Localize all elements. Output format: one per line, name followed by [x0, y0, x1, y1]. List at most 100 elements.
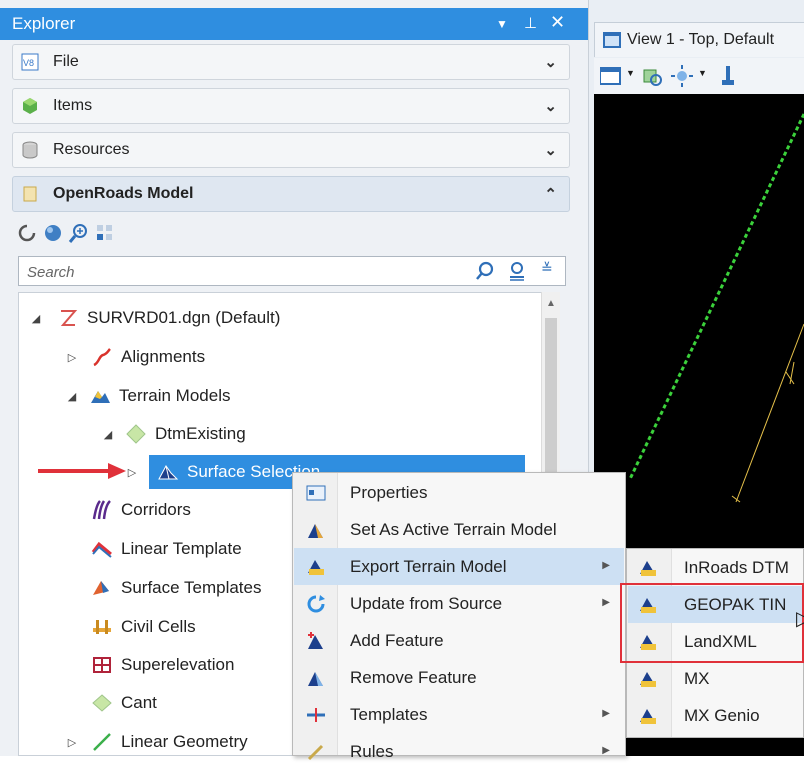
set-active-terrain-icon [308, 524, 323, 538]
tree-node-label: Terrain Models [119, 386, 231, 405]
search-box: ≚ [18, 256, 566, 286]
tree-node-root[interactable]: ◢ SURVRD01.dgn (Default) [29, 301, 281, 335]
corridors-icon [92, 500, 111, 520]
properties-icon [306, 485, 326, 501]
tree-node-cant[interactable]: Cant [91, 686, 157, 720]
templates-icon [307, 708, 325, 722]
model-sphere-icon[interactable] [42, 222, 64, 244]
tree-node-label: Cant [121, 693, 157, 712]
superelevation-icon [93, 657, 111, 673]
red-arrow-annotation [38, 463, 126, 479]
chevron-up-icon[interactable]: ⌃ [544, 185, 557, 203]
expand-icon[interactable]: ≚ [541, 260, 553, 277]
chevron-down-icon[interactable]: ⌄ [544, 97, 557, 115]
expand-arrow-icon[interactable]: ▷ [65, 736, 79, 749]
tree-node-label: Corridors [121, 500, 191, 519]
menu-item-label: Remove Feature [350, 668, 477, 687]
submenu-item-label: MX Genio [684, 706, 760, 725]
view-window-icon [603, 32, 621, 48]
dgn-file-icon [60, 310, 78, 326]
zoom-icon[interactable] [68, 222, 90, 244]
tree-node-label: Surface Templates [121, 578, 262, 597]
red-highlight-box [620, 583, 804, 663]
menu-item-set-active-terrain-model[interactable]: Set As Active Terrain Model [294, 511, 624, 548]
tree-node-linear-template[interactable]: Linear Template [91, 532, 242, 566]
export-terrain-icon [308, 560, 324, 575]
section-items[interactable]: Items ⌄ [12, 88, 570, 124]
submenu-arrow-icon: ▶ [602, 708, 610, 719]
items-icon [23, 98, 37, 114]
section-file[interactable]: V8 File ⌄ [12, 44, 570, 80]
submenu-item-inroads-dtm[interactable]: InRoads DTM [628, 549, 804, 586]
tree-node-civil-cells[interactable]: Civil Cells [91, 610, 196, 644]
search-input[interactable] [25, 261, 449, 283]
tree-node-label: Superelevation [121, 655, 235, 674]
collapse-arrow-icon[interactable]: ◢ [65, 390, 79, 403]
tree-node-dtmexisting[interactable]: ◢ DtmExisting [101, 417, 246, 451]
pin-icon[interactable]: ⊥ [524, 14, 537, 32]
submenu-arrow-icon: ▶ [602, 597, 610, 608]
search-icon[interactable] [475, 261, 495, 281]
tree-node-label: SURVRD01.dgn (Default) [87, 308, 281, 327]
view-tab-title: View 1 - Top, Default [627, 31, 775, 48]
tree-node-alignments[interactable]: ▷ Alignments [65, 340, 205, 374]
tree-node-terrain-models[interactable]: ◢ Terrain Models [65, 379, 231, 413]
resources-icon [22, 141, 38, 159]
dropdown-icon[interactable]: ▼ [626, 68, 635, 78]
grid-view-icon[interactable] [94, 222, 116, 244]
rotate-view-icon[interactable] [640, 64, 664, 88]
scroll-up-icon[interactable]: ▲ [546, 298, 556, 309]
view-tab[interactable]: View 1 - Top, Default [594, 22, 804, 57]
menu-item-properties[interactable]: Properties [294, 474, 624, 511]
menu-item-update-from-source[interactable]: Update from Source ▶ [294, 585, 624, 622]
remove-feature-icon [308, 672, 323, 686]
section-items-label: Items [53, 97, 93, 114]
menu-item-label: Add Feature [350, 631, 444, 650]
refresh-icon[interactable] [16, 222, 38, 244]
lighting-icon[interactable] [670, 64, 694, 88]
menu-item-remove-feature[interactable]: Remove Feature [294, 659, 624, 696]
menu-item-export-terrain-model[interactable]: Export Terrain Model ▶ [294, 548, 624, 585]
submenu-item-mx-genio[interactable]: MX Genio [628, 697, 804, 734]
section-resources-label: Resources [53, 141, 130, 158]
menu-item-rules[interactable]: Rules ▶ [294, 733, 624, 770]
menu-item-templates[interactable]: Templates ▶ [294, 696, 624, 733]
mouse-cursor-icon: ▷ [796, 608, 804, 630]
menu-item-label: Properties [350, 483, 428, 502]
menu-item-label: Export Terrain Model [350, 557, 507, 576]
menu-item-add-feature[interactable]: Add Feature [294, 622, 624, 659]
export-terrain-icon [640, 672, 656, 687]
section-openroads-model[interactable]: OpenRoads Model ⌃ [12, 176, 570, 212]
submenu-item-label: MX [684, 669, 710, 688]
file-v8-icon: V8 [21, 53, 39, 71]
tree-node-linear-geometry[interactable]: ▷ Linear Geometry [65, 725, 248, 755]
section-file-label: File [53, 53, 79, 70]
linear-template-icon [91, 541, 112, 558]
add-feature-icon [308, 632, 323, 649]
collapse-arrow-icon[interactable]: ◢ [29, 312, 43, 325]
tree-node-surface-templates[interactable]: Surface Templates [91, 571, 261, 605]
submenu-item-mx[interactable]: MX [628, 660, 804, 697]
dropdown-icon[interactable]: ▼ [698, 68, 707, 78]
dropdown-icon[interactable]: ▼ [496, 17, 508, 31]
view-attributes-icon[interactable] [600, 66, 622, 86]
update-source-icon [307, 595, 325, 613]
brush-icon[interactable] [716, 64, 740, 88]
chevron-down-icon[interactable]: ⌄ [544, 141, 557, 159]
menu-item-label: Set As Active Terrain Model [350, 520, 557, 539]
export-terrain-icon [640, 561, 656, 576]
close-icon[interactable]: ✕ [550, 12, 565, 33]
expand-arrow-icon[interactable]: ▷ [65, 351, 79, 364]
submenu-arrow-icon: ▶ [602, 745, 610, 756]
tree-node-label: DtmExisting [155, 424, 246, 443]
search-options-icon[interactable] [507, 261, 529, 281]
section-resources[interactable]: Resources ⌄ [12, 132, 570, 168]
chevron-down-icon[interactable]: ⌄ [544, 53, 557, 71]
tree-node-corridors[interactable]: Corridors [91, 493, 191, 527]
linear-geometry-icon [93, 733, 111, 751]
tree-node-label: Civil Cells [121, 617, 196, 636]
submenu-item-label: InRoads DTM [684, 558, 789, 577]
collapse-arrow-icon[interactable]: ◢ [101, 428, 115, 441]
context-menu: Properties Set As Active Terrain Model E… [292, 472, 626, 761]
tree-node-superelevation[interactable]: Superelevation [91, 648, 234, 682]
